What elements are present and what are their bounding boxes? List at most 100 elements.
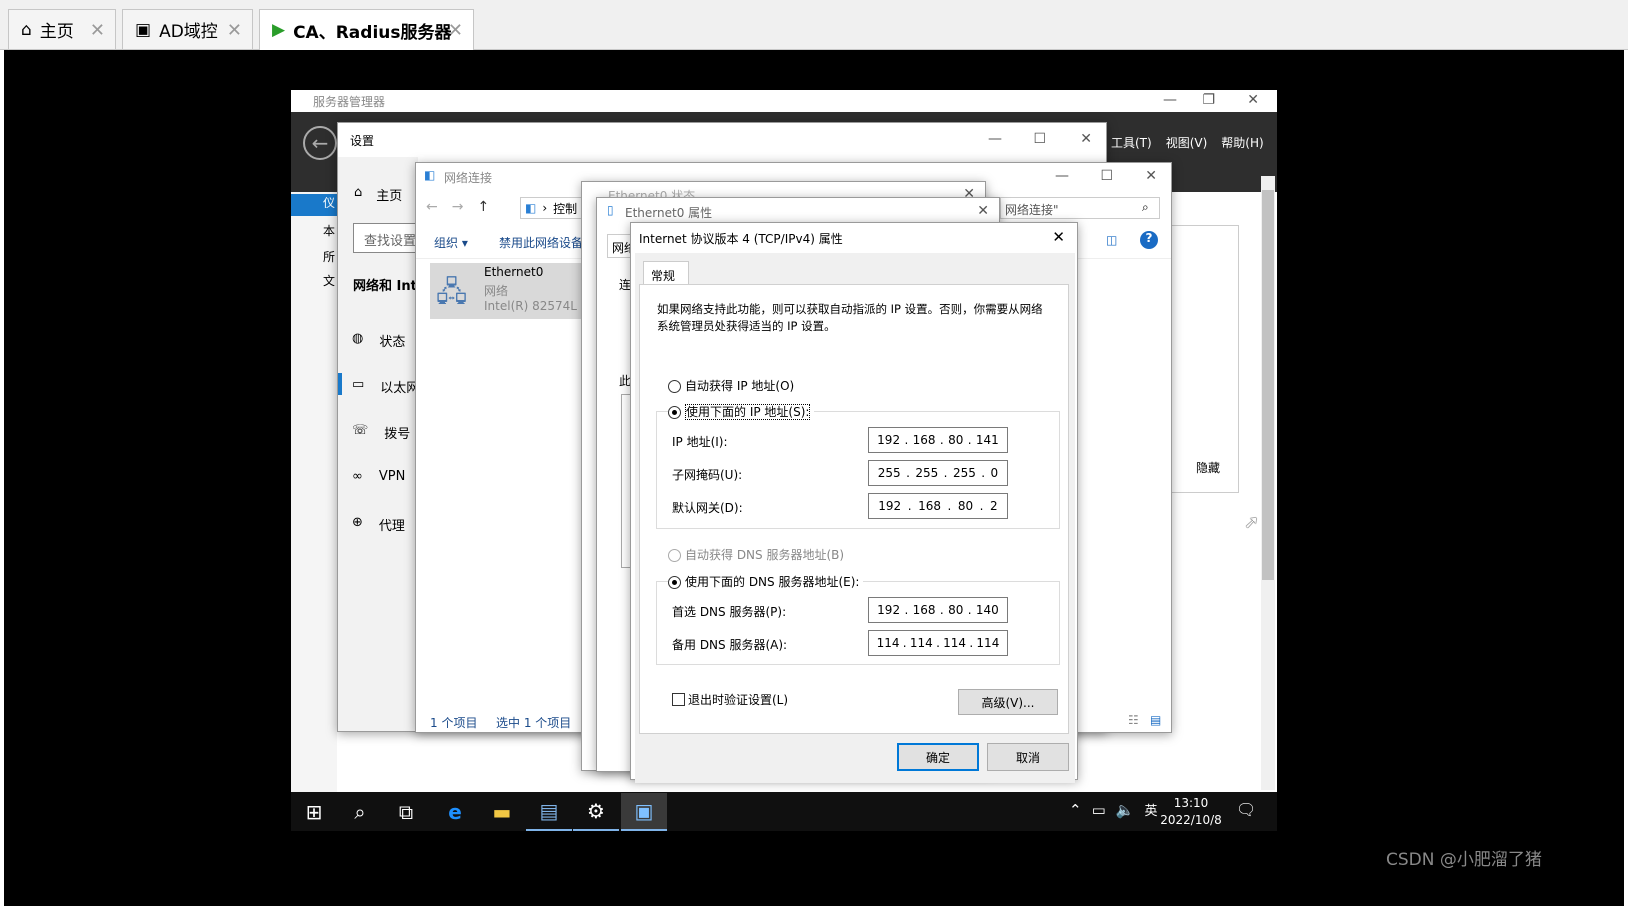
menu-help[interactable]: 帮助(H) — [1221, 134, 1263, 151]
start-windows-icon[interactable]: ⊞ — [291, 793, 337, 831]
system-tray: ⌃ ▭ 🔈 英 — [1069, 800, 1157, 820]
alternate-dns-label: 备用 DNS 服务器(A): — [672, 638, 788, 652]
tab-general[interactable]: 常规 — [643, 261, 689, 285]
globe-status-icon: ◍ — [352, 331, 364, 346]
network-connections-taskbar-icon[interactable]: ▣ — [621, 793, 667, 831]
vertical-scrollbar[interactable] — [1261, 176, 1275, 790]
sidebar-item-files[interactable]: 文 — [323, 272, 335, 289]
menu-tools[interactable]: 工具(T) — [1111, 134, 1152, 151]
network-adapter-icon: 🖧 — [436, 275, 468, 308]
vpn-icon: ∞ — [352, 469, 363, 484]
file-explorer-icon[interactable]: ▬ — [479, 793, 525, 831]
cancel-button[interactable]: 取消 — [987, 743, 1069, 771]
tab-ca-radius[interactable]: ▶ CA、Radius服务器 ✕ — [259, 9, 474, 50]
settings-gear-icon[interactable]: ⚙ — [573, 793, 619, 831]
ipv4-title: Internet 协议版本 4 (TCP/IPv4) 属性 — [639, 232, 843, 246]
nav-vpn[interactable]: ∞ VPN — [352, 469, 405, 484]
settings-home[interactable]: ⌂ 主页 — [354, 185, 402, 204]
close-icon[interactable]: ✕ — [1247, 92, 1259, 108]
large-icons-view-icon[interactable]: ▤ — [1150, 713, 1161, 727]
close-icon[interactable]: ✕ — [448, 20, 463, 41]
adapter-device: Intel(R) 82574L Gi — [484, 299, 584, 313]
chevron-up-icon[interactable]: ⌃ — [1069, 801, 1082, 819]
close-icon[interactable]: ✕ — [227, 20, 242, 41]
menu-view[interactable]: 视图(V) — [1166, 134, 1208, 151]
server-manager-icon[interactable]: ▤ — [526, 793, 572, 831]
ip-address-field[interactable]: 192. 168. 80. 141 — [868, 427, 1008, 453]
organize-menu[interactable]: 组织 ▾ — [434, 234, 468, 251]
radio-on-icon — [668, 406, 681, 419]
clock-date: 2022/10/8 — [1160, 813, 1222, 827]
sidebar-item-local[interactable]: 本 — [323, 222, 335, 239]
vm-icon: ▣ — [135, 19, 152, 40]
maximize-icon[interactable]: ☐ — [1100, 168, 1113, 184]
nav-dialup[interactable]: ☏ 拨号 — [352, 423, 410, 442]
clock[interactable]: 13:10 2022/10/8 — [1160, 795, 1222, 829]
preferred-dns-field[interactable]: 192. 168. 80. 140 — [868, 597, 1008, 623]
radio-on-icon — [668, 576, 681, 589]
ip-address-label: IP 地址(I): — [672, 435, 728, 449]
nav-ethernet[interactable]: ▭ 以太网 — [352, 377, 419, 396]
forward-icon[interactable]: → — [452, 199, 464, 215]
clock-time: 13:10 — [1173, 796, 1209, 810]
nav-proxy[interactable]: ⊕ 代理 — [352, 515, 405, 534]
validate-checkbox[interactable]: 退出时验证设置(L) — [672, 691, 788, 708]
minimize-icon[interactable]: — — [988, 131, 1002, 147]
alternate-dns-field[interactable]: 114. 114. 114. 114 — [868, 630, 1008, 656]
search-icon[interactable]: ⌕ — [1142, 200, 1149, 215]
server-manager-title: 服务器管理器 — [313, 94, 386, 109]
up-icon[interactable]: ↑ — [477, 199, 489, 215]
server-manager-titlebar: 服务器管理器 — ❐ ✕ — [291, 90, 1277, 112]
details-view-icon[interactable]: ☷ — [1128, 713, 1139, 727]
close-icon[interactable]: ✕ — [90, 20, 105, 41]
close-icon[interactable]: ✕ — [1145, 168, 1157, 184]
nav-status[interactable]: ◍ 状态 — [352, 331, 405, 350]
tab-home[interactable]: ⌂ 主页 ✕ — [8, 9, 116, 49]
hide-link[interactable]: 隐藏 — [1196, 459, 1220, 476]
task-view-icon[interactable]: ⧉ — [383, 793, 429, 831]
back-icon[interactable]: ← — [426, 199, 438, 215]
advanced-button[interactable]: 高级(V)... — [958, 689, 1058, 715]
minimize-icon[interactable]: — — [1163, 92, 1177, 108]
ok-button[interactable]: 确定 — [897, 743, 979, 771]
restore-icon[interactable]: ❐ — [1202, 92, 1215, 108]
close-icon[interactable]: ✕ — [1052, 228, 1065, 246]
gateway-label: 默认网关(D): — [672, 501, 743, 515]
settings-search-input[interactable]: 查找设置 — [353, 223, 423, 253]
disable-device-button[interactable]: 禁用此网络设备 — [499, 234, 583, 251]
dialup-icon: ☏ — [352, 423, 369, 438]
auto-ip-radio[interactable]: 自动获得 IP 地址(O) — [668, 377, 794, 394]
sidebar-item-dashboard[interactable]: 仪 — [291, 194, 337, 216]
adapter-ethernet0[interactable]: 🖧 Ethernet0 网络 Intel(R) 82574L Gi — [430, 263, 590, 319]
sidebar-item-all[interactable]: 所 — [323, 248, 335, 265]
close-icon[interactable]: ✕ — [977, 203, 989, 219]
tab-ad[interactable]: ▣ AD域控 ✕ — [122, 9, 253, 49]
internet-explorer-icon[interactable]: e — [432, 793, 478, 831]
gateway-field[interactable]: 192. 168. 80. 2 — [868, 493, 1008, 519]
network-folder-icon: ◧ — [424, 168, 436, 182]
use-ip-radio[interactable]: 使用下面的 IP 地址(S): — [668, 403, 815, 420]
ipv4-properties-dialog: Internet 协议版本 4 (TCP/IPv4) 属性 ✕ 常规 如果网络支… — [630, 222, 1078, 783]
control-panel-icon: ◧ — [525, 201, 537, 215]
search-icon[interactable]: ⌕ — [337, 793, 383, 831]
netconn-search-input[interactable]: 网络连接" — [1000, 197, 1160, 219]
network-icon[interactable]: ▭ — [1092, 801, 1106, 819]
back-arrow-icon[interactable]: ← — [303, 126, 337, 160]
status-item-count: 1 个项目 — [430, 716, 478, 730]
action-center-icon[interactable]: 🗨 — [1236, 800, 1256, 819]
settings-titlebar: 设置 — ☐ ✕ — [338, 123, 1106, 157]
volume-muted-icon[interactable]: 🔈 — [1116, 801, 1135, 819]
minimize-icon[interactable]: — — [1055, 168, 1069, 184]
subnet-mask-field[interactable]: 255. 255. 255. 0 — [868, 460, 1008, 486]
auto-dns-radio[interactable]: 自动获得 DNS 服务器地址(B) — [668, 546, 844, 563]
use-dns-radio[interactable]: 使用下面的 DNS 服务器地址(E): — [668, 573, 864, 590]
help-icon[interactable]: ? — [1140, 231, 1158, 249]
preview-pane-icon[interactable]: ◫ — [1106, 233, 1117, 247]
home-icon: ⌂ — [21, 19, 32, 40]
close-icon[interactable]: ✕ — [1080, 131, 1092, 147]
ethernet-icon: ▭ — [352, 377, 365, 392]
csdn-watermark: CSDN @小肥溜了猪 — [1386, 850, 1542, 870]
ime-indicator[interactable]: 英 — [1144, 800, 1157, 819]
maximize-icon[interactable]: ☐ — [1033, 131, 1046, 147]
scrollbar-thumb[interactable] — [1262, 190, 1274, 580]
